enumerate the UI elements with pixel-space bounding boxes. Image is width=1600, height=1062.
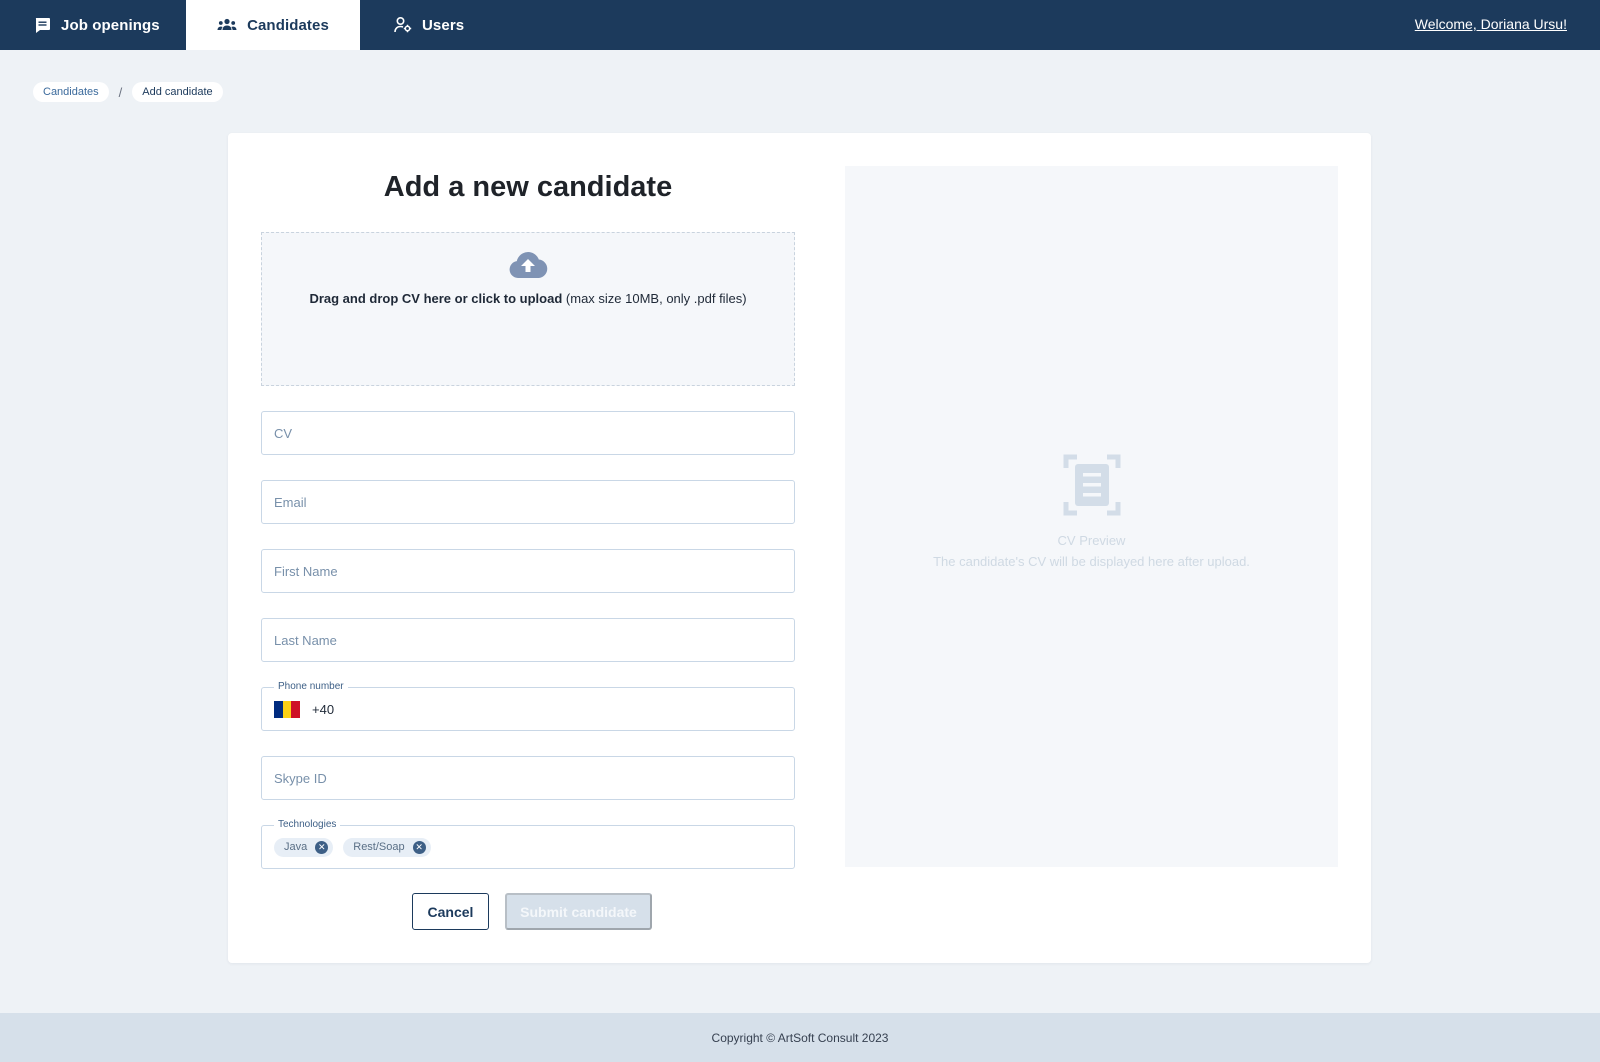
top-navbar: Job openings Candidates Users Welcome, D… (0, 0, 1600, 50)
tech-chip: Java ✕ (274, 837, 334, 857)
phone-number-label: Phone number (274, 681, 348, 692)
cv-preview-title: CV Preview (1057, 533, 1126, 548)
form-actions: Cancel Submit candidate (261, 893, 795, 930)
email-field (261, 480, 795, 524)
document-scan-icon (1063, 454, 1121, 521)
user-settings-icon (394, 17, 412, 33)
email-input[interactable] (262, 481, 794, 523)
breadcrumb: Candidates / Add candidate (33, 82, 223, 102)
upload-instruction-bold: Drag and drop CV here or click to upload (309, 291, 563, 306)
candidate-form: Add a new candidate Drag and drop CV her… (261, 133, 795, 930)
technologies-field[interactable]: Technologies Java ✕ Rest/Soap ✕ (261, 819, 795, 869)
tab-users-label: Users (422, 16, 465, 34)
breadcrumb-current: Add candidate (132, 82, 223, 102)
phone-country-code: +40 (312, 701, 335, 717)
phone-number-field[interactable]: Phone number +40 (261, 681, 795, 731)
cv-field (261, 411, 795, 455)
cv-preview-panel: CV Preview The candidate's CV will be di… (845, 166, 1338, 867)
upload-instruction-hint: (max size 10MB, only .pdf files) (565, 291, 747, 306)
technologies-label: Technologies (274, 819, 341, 830)
remove-chip-icon[interactable]: ✕ (315, 840, 329, 854)
message-square-icon (34, 17, 51, 34)
breadcrumb-candidates-link[interactable]: Candidates (33, 82, 109, 102)
tech-chip-label: Java (284, 841, 308, 853)
cloud-upload-icon (508, 251, 548, 284)
skype-id-field (261, 756, 795, 800)
welcome-user-link[interactable]: Welcome, Doriana Ursu! (1415, 16, 1567, 32)
users-group-icon (217, 18, 237, 32)
first-name-input[interactable] (262, 550, 794, 592)
breadcrumb-separator: / (118, 84, 123, 100)
last-name-field (261, 618, 795, 662)
skype-id-input[interactable] (262, 757, 794, 799)
upload-instructions: Drag and drop CV here or click to upload… (309, 291, 746, 306)
copyright-text: Copyright © ArtSoft Consult 2023 (711, 1030, 889, 1045)
tab-users[interactable]: Users (360, 0, 500, 50)
cv-preview-subtitle: The candidate's CV will be displayed her… (933, 554, 1250, 569)
add-candidate-card: Add a new candidate Drag and drop CV her… (228, 133, 1371, 963)
page-title: Add a new candidate (383, 171, 673, 203)
romania-flag-icon[interactable] (274, 700, 301, 718)
tab-candidates[interactable]: Candidates (186, 0, 360, 50)
tab-job-openings[interactable]: Job openings (0, 0, 186, 50)
cancel-button[interactable]: Cancel (412, 893, 489, 930)
submit-candidate-button[interactable]: Submit candidate (505, 893, 652, 930)
tab-candidates-label: Candidates (247, 16, 329, 34)
tab-job-openings-label: Job openings (61, 16, 160, 34)
footer: Copyright © ArtSoft Consult 2023 (0, 1013, 1600, 1062)
cv-upload-dropzone[interactable]: Drag and drop CV here or click to upload… (261, 232, 795, 386)
tech-chip-label: Rest/Soap (353, 841, 405, 853)
remove-chip-icon[interactable]: ✕ (412, 840, 426, 854)
tech-chip: Rest/Soap ✕ (343, 837, 431, 857)
cv-input[interactable] (262, 412, 794, 454)
last-name-input[interactable] (262, 619, 794, 661)
first-name-field (261, 549, 795, 593)
